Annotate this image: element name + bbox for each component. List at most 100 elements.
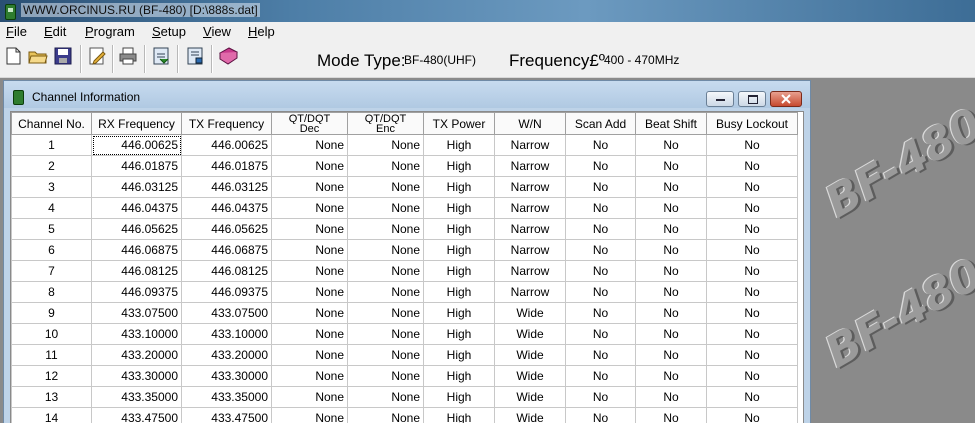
read-from-radio-icon[interactable]: [150, 45, 172, 67]
table-cell[interactable]: 433.10000: [181, 323, 272, 345]
menu-program[interactable]: Program: [85, 24, 135, 39]
table-cell[interactable]: None: [347, 386, 424, 408]
table-cell[interactable]: None: [271, 176, 348, 198]
table-cell[interactable]: No: [706, 260, 798, 282]
table-cell[interactable]: None: [271, 155, 348, 177]
table-cell[interactable]: Narrow: [494, 176, 566, 198]
help-book-icon[interactable]: [217, 45, 239, 67]
table-cell[interactable]: High: [423, 386, 495, 408]
table-cell[interactable]: None: [271, 218, 348, 240]
table-cell[interactable]: None: [347, 302, 424, 324]
table-cell[interactable]: None: [347, 281, 424, 303]
table-cell[interactable]: No: [706, 323, 798, 345]
table-cell[interactable]: None: [271, 344, 348, 366]
table-cell[interactable]: High: [423, 218, 495, 240]
menu-edit[interactable]: Edit: [44, 24, 66, 39]
table-cell[interactable]: 13: [11, 386, 92, 408]
table-cell[interactable]: 446.09375: [91, 281, 182, 303]
table-cell[interactable]: 433.20000: [91, 344, 182, 366]
table-cell[interactable]: No: [635, 176, 707, 198]
table-cell[interactable]: Narrow: [494, 197, 566, 219]
table-cell[interactable]: No: [706, 176, 798, 198]
column-header[interactable]: QT/DQT Dec: [271, 112, 348, 135]
table-cell[interactable]: No: [565, 344, 636, 366]
column-header[interactable]: Busy Lockout: [706, 112, 798, 135]
table-cell[interactable]: 446.05625: [91, 218, 182, 240]
table-cell[interactable]: High: [423, 134, 495, 156]
table-cell[interactable]: No: [706, 281, 798, 303]
table-cell[interactable]: 6: [11, 239, 92, 261]
table-cell[interactable]: Narrow: [494, 155, 566, 177]
edit-icon[interactable]: [86, 45, 108, 67]
table-row[interactable]: 11 433.20000 433.20000 None None High Wide No No…: [11, 344, 798, 366]
table-cell[interactable]: None: [271, 407, 348, 423]
table-cell[interactable]: 446.06875: [91, 239, 182, 261]
table-row[interactable]: 2 446.01875 446.01875 None None High Narrow No N…: [11, 155, 798, 177]
table-cell[interactable]: High: [423, 239, 495, 261]
table-cell[interactable]: No: [706, 365, 798, 387]
table-cell[interactable]: Wide: [494, 323, 566, 345]
column-header[interactable]: TX Power: [423, 112, 495, 135]
print-icon[interactable]: [117, 45, 139, 67]
table-cell[interactable]: No: [706, 302, 798, 324]
table-cell[interactable]: No: [706, 344, 798, 366]
table-cell[interactable]: High: [423, 344, 495, 366]
table-cell[interactable]: 14: [11, 407, 92, 423]
table-cell[interactable]: None: [271, 386, 348, 408]
table-cell[interactable]: 446.08125: [181, 260, 272, 282]
new-file-icon[interactable]: [2, 45, 24, 67]
table-cell[interactable]: 433.07500: [91, 302, 182, 324]
table-cell[interactable]: No: [565, 386, 636, 408]
table-cell[interactable]: Wide: [494, 407, 566, 423]
child-titlebar[interactable]: Channel Information: [4, 81, 810, 108]
table-cell[interactable]: 4: [11, 197, 92, 219]
table-cell[interactable]: 446.05625: [181, 218, 272, 240]
table-cell[interactable]: 446.00625: [181, 134, 272, 156]
table-row[interactable]: 4 446.04375 446.04375 None None High Narrow No N…: [11, 197, 798, 219]
table-cell[interactable]: No: [565, 155, 636, 177]
window-titlebar[interactable]: WWW.ORCINUS.RU (BF-480) [D:\888s.dat]: [0, 0, 975, 22]
table-cell[interactable]: 433.35000: [91, 386, 182, 408]
table-cell[interactable]: High: [423, 155, 495, 177]
table-cell[interactable]: High: [423, 260, 495, 282]
save-icon[interactable]: [52, 45, 74, 67]
channel-grid[interactable]: Channel No. RX Frequency TX Frequency QT…: [10, 111, 804, 423]
table-cell[interactable]: No: [635, 197, 707, 219]
table-cell[interactable]: No: [565, 218, 636, 240]
table-cell[interactable]: None: [347, 323, 424, 345]
menu-file[interactable]: File: [6, 24, 27, 39]
table-cell[interactable]: None: [347, 344, 424, 366]
table-cell[interactable]: None: [271, 281, 348, 303]
table-cell[interactable]: No: [565, 260, 636, 282]
table-cell[interactable]: None: [347, 176, 424, 198]
table-cell[interactable]: High: [423, 407, 495, 423]
column-header[interactable]: Channel No.: [11, 112, 92, 135]
table-cell[interactable]: Narrow: [494, 260, 566, 282]
table-cell[interactable]: 10: [11, 323, 92, 345]
table-cell[interactable]: No: [635, 239, 707, 261]
child-window-icon[interactable]: [13, 90, 24, 105]
table-cell[interactable]: None: [347, 365, 424, 387]
table-cell[interactable]: 3: [11, 176, 92, 198]
table-cell[interactable]: No: [565, 239, 636, 261]
table-cell[interactable]: High: [423, 323, 495, 345]
table-cell[interactable]: 446.03125: [181, 176, 272, 198]
table-cell[interactable]: No: [706, 386, 798, 408]
column-header[interactable]: QT/DQT Enc: [347, 112, 424, 135]
table-row[interactable]: 13 433.35000 433.35000 None None High Wide No No…: [11, 386, 798, 408]
write-to-radio-icon[interactable]: [184, 45, 206, 67]
table-cell[interactable]: 1: [11, 134, 92, 156]
table-cell[interactable]: No: [706, 407, 798, 423]
table-cell[interactable]: 9: [11, 302, 92, 324]
table-row[interactable]: 14 433.47500 433.47500 None None High Wide No No…: [11, 407, 798, 423]
table-cell[interactable]: High: [423, 197, 495, 219]
table-cell[interactable]: 446.01875: [91, 155, 182, 177]
minimize-button[interactable]: [706, 91, 734, 107]
table-cell[interactable]: 433.10000: [91, 323, 182, 345]
table-cell[interactable]: No: [565, 176, 636, 198]
table-cell[interactable]: No: [706, 239, 798, 261]
table-cell[interactable]: 446.04375: [181, 197, 272, 219]
table-cell[interactable]: 12: [11, 365, 92, 387]
menu-help[interactable]: Help: [248, 24, 275, 39]
column-header[interactable]: Scan Add: [565, 112, 636, 135]
